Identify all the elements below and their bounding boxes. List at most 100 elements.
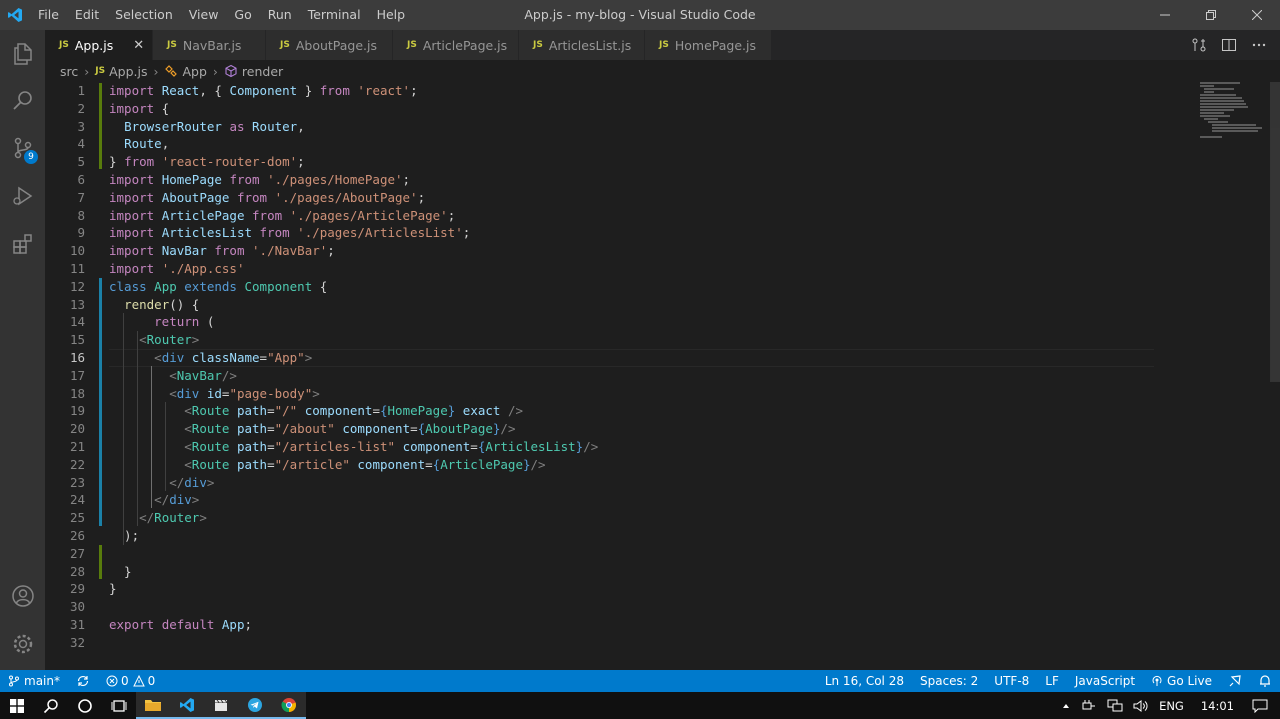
taskbar-telegram[interactable] xyxy=(238,692,272,719)
tray-volume-button[interactable] xyxy=(1128,699,1154,713)
end-of-line[interactable]: LF xyxy=(1037,670,1067,692)
accounts-button[interactable] xyxy=(0,572,45,620)
line-number: 15 xyxy=(69,332,85,348)
tab-articleslist-js[interactable]: JS ArticlesList.js xyxy=(519,30,645,60)
menu-file[interactable]: File xyxy=(30,0,67,30)
run-debug-button[interactable] xyxy=(0,172,45,220)
cursor-position[interactable]: Ln 16, Col 28 xyxy=(817,670,912,692)
bell-icon xyxy=(1260,675,1270,687)
menu-selection[interactable]: Selection xyxy=(107,0,181,30)
taskbar-vscode[interactable] xyxy=(170,692,204,719)
line-number: 13 xyxy=(69,296,85,312)
menu-run[interactable]: Run xyxy=(260,0,300,30)
code-line: render() { xyxy=(124,296,200,312)
error-icon xyxy=(106,675,118,687)
extensions-button[interactable] xyxy=(0,220,45,268)
breadcrumb-method[interactable]: render xyxy=(242,64,283,79)
close-icon xyxy=(1252,10,1262,20)
code-line: export default App; xyxy=(109,616,253,632)
notifications-button[interactable] xyxy=(1250,670,1280,692)
compare-changes-icon xyxy=(1192,38,1206,52)
tray-network-button[interactable] xyxy=(1102,699,1128,713)
menu-go[interactable]: Go xyxy=(226,0,259,30)
split-editor-button[interactable] xyxy=(1214,30,1244,60)
explorer-button[interactable] xyxy=(0,30,45,78)
tab-label: AboutPage.js xyxy=(295,37,378,53)
tab-navbar-js[interactable]: JS NavBar.js xyxy=(153,30,266,60)
action-center-button[interactable] xyxy=(1246,699,1280,713)
branch-status[interactable]: main* xyxy=(0,670,68,692)
line-number: 26 xyxy=(69,527,85,543)
line-number: 29 xyxy=(69,581,85,597)
go-live-button[interactable]: Go Live xyxy=(1143,670,1220,692)
code-line: } xyxy=(109,581,117,597)
menu-view[interactable]: View xyxy=(181,0,227,30)
warning-icon xyxy=(132,675,145,687)
tab-close-icon[interactable]: ✕ xyxy=(133,38,144,53)
git-branch-icon xyxy=(9,675,19,687)
breadcrumb-class[interactable]: App xyxy=(182,64,206,79)
tray-power-button[interactable] xyxy=(1076,699,1102,713)
menu-edit[interactable]: Edit xyxy=(67,0,107,30)
line-number: 31 xyxy=(69,616,85,632)
breadcrumb-folder[interactable]: src xyxy=(60,64,78,79)
tray-clock[interactable]: 14:01 xyxy=(1189,699,1246,713)
source-control-button[interactable]: 9 xyxy=(0,124,45,172)
tab-articlepage-js[interactable]: JS ArticlePage.js xyxy=(393,30,519,60)
tray-language[interactable]: ENG xyxy=(1154,699,1189,713)
more-actions-button[interactable] xyxy=(1244,30,1274,60)
line-number: 11 xyxy=(69,260,85,276)
cortana-button[interactable] xyxy=(68,692,102,719)
code-content[interactable]: import React, { Component } from 'react'… xyxy=(109,82,598,652)
js-file-icon: JS xyxy=(167,40,177,50)
sync-icon xyxy=(77,675,89,687)
feedback-button[interactable] xyxy=(1220,670,1250,692)
search-icon xyxy=(12,91,32,110)
method-icon xyxy=(225,64,237,78)
extensions-icon xyxy=(12,234,32,254)
clapperboard-icon xyxy=(215,699,228,711)
files-icon xyxy=(13,43,32,65)
account-icon xyxy=(11,585,34,607)
class-icon xyxy=(165,65,178,77)
windows-taskbar: ENG 14:01 xyxy=(0,692,1280,719)
code-editor[interactable]: 1 2 3 4 5 6 7 8 9 10 11 12 13 14 15 16 17 18 19 20 21 22 23 24 2… xyxy=(45,82,1280,670)
menu-help[interactable]: Help xyxy=(369,0,414,30)
search-button[interactable] xyxy=(0,76,45,124)
js-file-icon: JS xyxy=(533,40,543,50)
menu-terminal[interactable]: Terminal xyxy=(300,0,369,30)
close-window-button[interactable] xyxy=(1234,0,1280,30)
taskbar-clapper-app[interactable] xyxy=(204,692,238,719)
indentation[interactable]: Spaces: 2 xyxy=(912,670,986,692)
tray-overflow-button[interactable] xyxy=(1056,701,1076,711)
breadcrumb-file[interactable]: App.js xyxy=(109,64,147,79)
minimap[interactable] xyxy=(1200,82,1266,142)
chevron-right-icon: › xyxy=(212,63,218,79)
vertical-scrollbar[interactable] xyxy=(1270,82,1280,382)
language-mode[interactable]: JavaScript xyxy=(1067,670,1143,692)
line-number: 8 xyxy=(77,207,85,223)
code-line: BrowserRouter as Router, xyxy=(124,118,305,134)
tab-app-js[interactable]: JS App.js ✕ xyxy=(45,30,153,60)
tab-aboutpage-js[interactable]: JS AboutPage.js xyxy=(266,30,393,60)
minimize-button[interactable] xyxy=(1142,0,1188,30)
manage-button[interactable] xyxy=(0,620,45,668)
error-count: 0 xyxy=(120,674,129,688)
open-changes-button[interactable] xyxy=(1184,30,1214,60)
start-button[interactable] xyxy=(0,692,34,719)
scm-badge: 9 xyxy=(24,150,38,164)
encoding[interactable]: UTF-8 xyxy=(986,670,1037,692)
line-number: 19 xyxy=(69,403,85,419)
task-view-button[interactable] xyxy=(102,692,136,719)
windows-logo-icon xyxy=(10,698,24,713)
taskbar-search-button[interactable] xyxy=(34,692,68,719)
taskbar-chrome[interactable] xyxy=(272,692,306,719)
search-icon xyxy=(43,698,58,713)
taskbar-file-explorer[interactable] xyxy=(136,692,170,719)
sync-button[interactable] xyxy=(68,670,98,692)
problems-status[interactable]: 0 0 xyxy=(98,670,163,692)
menu-bar: File Edit Selection View Go Run Terminal… xyxy=(30,0,413,30)
restore-button[interactable] xyxy=(1188,0,1234,30)
tab-homepage-js[interactable]: JS HomePage.js xyxy=(645,30,772,60)
